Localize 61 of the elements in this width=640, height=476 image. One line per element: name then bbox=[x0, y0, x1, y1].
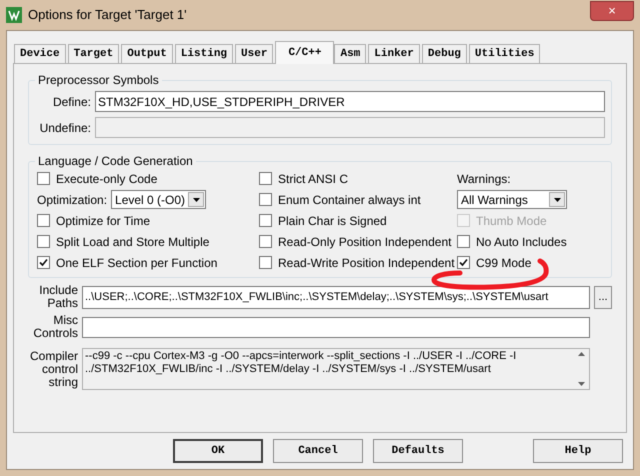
checkbox-label: Execute-only Code bbox=[56, 170, 158, 188]
app-logo-icon bbox=[6, 7, 22, 23]
scroll-down-arrow-icon[interactable] bbox=[578, 382, 584, 386]
close-button[interactable]: × bbox=[590, 1, 634, 21]
dialog-button[interactable]: Cancel bbox=[273, 439, 363, 463]
checkbox[interactable] bbox=[259, 256, 272, 269]
checkbox[interactable] bbox=[457, 235, 470, 248]
checkbox-label: Enum Container always int bbox=[278, 192, 421, 208]
checkbox[interactable] bbox=[37, 172, 50, 185]
group-title: Language / Code Generation bbox=[35, 153, 196, 169]
tab[interactable]: Debug bbox=[422, 44, 467, 63]
checkbox[interactable] bbox=[259, 235, 272, 248]
checkbox-label: One ELF Section per Function bbox=[56, 254, 218, 272]
include-paths-field[interactable]: ..\USER;..\CORE;..\STM32F10X_FWLIB\inc;..\SYSTEM\delay;..\SYSTEM\sys;..\SYSTEM\usart bbox=[82, 286, 590, 308]
checkbox-label: Thumb Mode bbox=[476, 212, 547, 230]
scroll-up-arrow-icon[interactable] bbox=[578, 352, 584, 356]
checkbox[interactable] bbox=[259, 214, 272, 227]
checkbox-label: C99 Mode bbox=[476, 254, 532, 272]
checkbox-label: Plain Char is Signed bbox=[278, 212, 387, 230]
checkbox[interactable] bbox=[37, 235, 50, 248]
dropdown[interactable]: All Warnings bbox=[457, 190, 567, 209]
optimization-label: Optimization: bbox=[37, 192, 108, 208]
tab[interactable]: Output bbox=[121, 44, 173, 63]
misc-controls-field[interactable] bbox=[82, 316, 590, 338]
checkbox-label: Optimize for Time bbox=[56, 212, 150, 230]
dialog-button[interactable]: Help bbox=[533, 439, 623, 463]
checkbox-label: Strict ANSI C bbox=[278, 170, 348, 188]
check-icon bbox=[39, 258, 48, 267]
compiler-control-string-label: Compiler control string bbox=[28, 350, 78, 388]
misc-controls-label: Misc Controls bbox=[32, 314, 78, 340]
browse-button[interactable]: ... bbox=[594, 286, 612, 308]
compiler-string-line: ../STM32F10X_FWLIB/inc -I ../SYSTEM/delay -I ../SYSTEM/sys -I ../SYSTEM/usart bbox=[85, 363, 492, 376]
tab[interactable]: Utilities bbox=[468, 44, 540, 63]
define-label: Define: bbox=[52, 94, 91, 110]
group-title: Preprocessor Symbols bbox=[35, 72, 162, 88]
dialog-button[interactable]: OK bbox=[173, 439, 263, 463]
checkbox-label: Split Load and Store Multiple bbox=[56, 234, 210, 250]
window-title: Options for Target 'Target 1' bbox=[28, 6, 188, 24]
tab[interactable]: C/C++ bbox=[275, 41, 334, 64]
checkbox[interactable] bbox=[37, 214, 50, 227]
define-field[interactable]: STM32F10X_HD,USE_STDPERIPH_DRIVER bbox=[95, 91, 605, 112]
tab[interactable]: Linker bbox=[368, 44, 420, 63]
tab[interactable]: User bbox=[235, 44, 274, 63]
tab[interactable]: Asm bbox=[334, 44, 366, 63]
checkbox[interactable] bbox=[457, 256, 470, 269]
checkbox[interactable] bbox=[37, 256, 50, 269]
warnings-label: Warnings: bbox=[457, 170, 511, 188]
compiler-string-line: --c99 -c --cpu Cortex-M3 -g -O0 --apcs=interwork --split_sections -I ../USER -I ../CORE -I bbox=[85, 350, 518, 363]
checkbox-label: Read-Write Position Independent bbox=[278, 254, 455, 272]
include-paths-label: Include Paths bbox=[38, 284, 78, 310]
checkbox-label: No Auto Includes bbox=[476, 234, 567, 250]
tab[interactable]: Target bbox=[68, 44, 120, 63]
undefine-label: Undefine: bbox=[38, 120, 91, 136]
checkbox[interactable] bbox=[259, 172, 272, 185]
dialog-button[interactable]: Defaults bbox=[373, 439, 463, 463]
dropdown[interactable]: Level 0 (-O0) bbox=[111, 190, 206, 209]
tab[interactable]: Device bbox=[14, 44, 66, 63]
tab[interactable]: Listing bbox=[174, 44, 234, 63]
check-icon bbox=[459, 258, 468, 267]
checkbox-label: Read-Only Position Independent bbox=[278, 234, 452, 250]
checkbox[interactable] bbox=[259, 193, 272, 206]
